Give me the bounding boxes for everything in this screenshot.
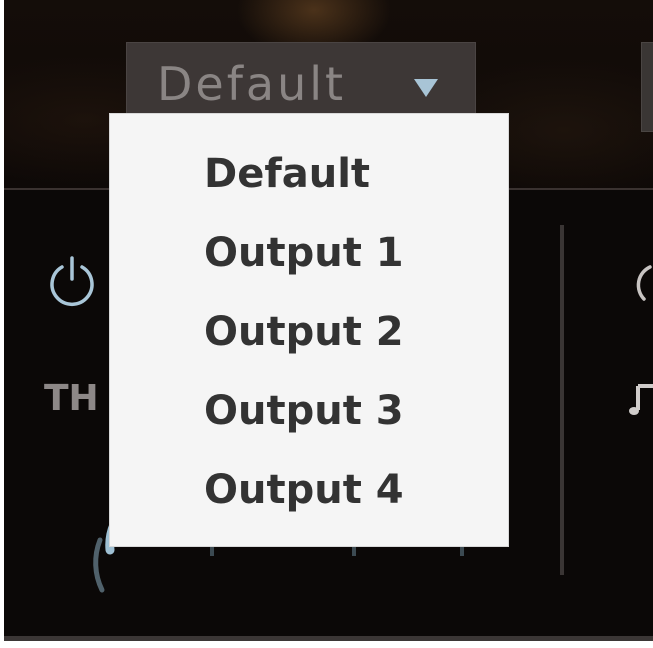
- menu-item-default[interactable]: Default: [204, 144, 370, 204]
- output-select-value: Default: [157, 57, 347, 111]
- menu-item-output-4[interactable]: Output 4: [204, 460, 404, 520]
- menu-item-output-2[interactable]: Output 2: [204, 302, 404, 362]
- right-control-edge[interactable]: [641, 42, 653, 132]
- section-label: TH: [44, 378, 99, 419]
- bottom-divider: [4, 636, 653, 641]
- music-note-icon[interactable]: [628, 380, 653, 420]
- panel-divider: [560, 225, 564, 575]
- output-menu: Default Output 1 Output 2 Output 3 Outpu…: [110, 114, 508, 546]
- output-select[interactable]: Default: [126, 42, 476, 122]
- power-icon-right[interactable]: [634, 255, 653, 307]
- menu-item-output-1[interactable]: Output 1: [204, 223, 404, 283]
- power-icon[interactable]: [46, 255, 98, 307]
- menu-item-output-3[interactable]: Output 3: [204, 381, 404, 441]
- chevron-down-icon[interactable]: [414, 79, 438, 97]
